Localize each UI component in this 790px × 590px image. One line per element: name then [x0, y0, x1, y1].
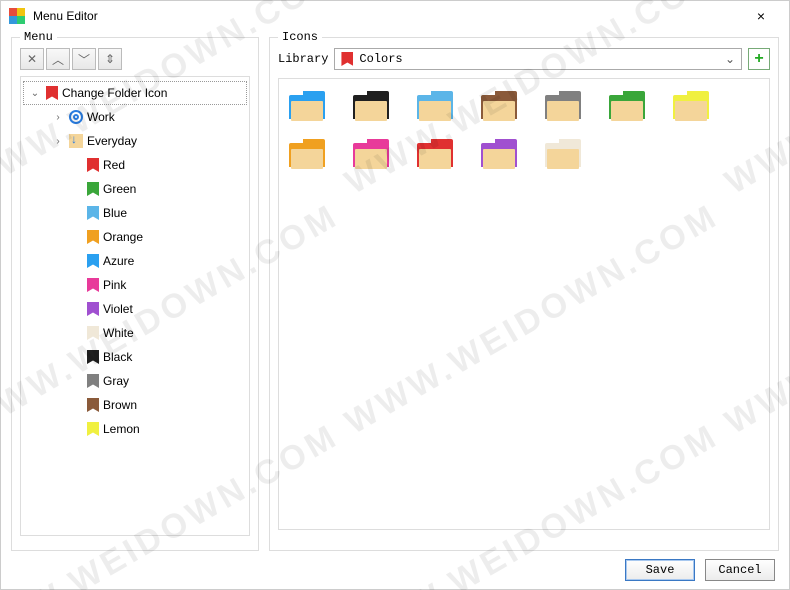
menu-panel: Menu ✕ ︿ ﹀ ⇕ ⌄ Change Folder Icon ›Work›… [11, 37, 259, 551]
folder-icon-black[interactable] [353, 91, 389, 121]
tree-item-black[interactable]: ›Black [21, 345, 249, 369]
tree-item-green[interactable]: ›Green [21, 177, 249, 201]
move-down-button[interactable]: ﹀ [72, 48, 96, 70]
chevron-right-icon[interactable]: › [51, 134, 65, 148]
tree-item-label: Everyday [87, 134, 137, 148]
bookmark-icon [87, 254, 99, 268]
tree-item-red[interactable]: ›Red [21, 153, 249, 177]
add-library-button[interactable]: + [748, 48, 770, 70]
folder-icon-green[interactable] [609, 91, 645, 121]
tree-item-everyday[interactable]: › Everyday [21, 129, 249, 153]
tree-item-label: Blue [103, 206, 127, 220]
bookmark-icon [87, 278, 99, 292]
folder-icon-red[interactable] [417, 139, 453, 169]
tree-root-label: Change Folder Icon [62, 86, 167, 100]
tree-item-label: Red [103, 158, 125, 172]
tree-item-label: Gray [103, 374, 129, 388]
tree-item-label: Pink [103, 278, 126, 292]
delete-button[interactable]: ✕ [20, 48, 44, 70]
tree-item-label: Black [103, 350, 132, 364]
tree-item-label: Orange [103, 230, 143, 244]
app-icon [9, 8, 25, 24]
library-value: Colors [359, 52, 402, 66]
bookmark-icon [87, 206, 99, 220]
gear-icon [69, 110, 83, 124]
icons-panel-label: Icons [278, 30, 322, 44]
folder-icon-azure[interactable] [289, 91, 325, 121]
tree-item-lemon[interactable]: ›Lemon [21, 417, 249, 441]
save-button[interactable]: Save [625, 559, 695, 581]
tree-item-pink[interactable]: ›Pink [21, 273, 249, 297]
menu-tree[interactable]: ⌄ Change Folder Icon ›Work›Everyday›Red›… [20, 76, 250, 536]
folder-icon-brown[interactable] [481, 91, 517, 121]
folder-icon-gray[interactable] [545, 91, 581, 121]
folder-icon-violet[interactable] [481, 139, 517, 169]
icons-panel: Icons Library Colors + [269, 37, 779, 551]
library-label: Library [278, 52, 328, 66]
menu-panel-label: Menu [20, 30, 57, 44]
tree-item-brown[interactable]: ›Brown [21, 393, 249, 417]
footer: Save Cancel [1, 551, 789, 589]
tree-item-label: Lemon [103, 422, 140, 436]
tree-item-white[interactable]: ›White [21, 321, 249, 345]
expand-button[interactable]: ⇕ [98, 48, 122, 70]
bookmark-icon [87, 350, 99, 364]
tree-item-label: Azure [103, 254, 134, 268]
icons-grid [278, 78, 770, 530]
library-select[interactable]: Colors [334, 48, 742, 70]
bookmark-icon [87, 158, 99, 172]
tree-item-gray[interactable]: ›Gray [21, 369, 249, 393]
bookmark-icon [87, 398, 99, 412]
tree-item-blue[interactable]: ›Blue [21, 201, 249, 225]
tree-item-work[interactable]: › Work [21, 105, 249, 129]
move-up-button[interactable]: ︿ [46, 48, 70, 70]
tree-item-label: Green [103, 182, 136, 196]
window-title: Menu Editor [33, 9, 741, 23]
bookmark-icon [341, 52, 353, 66]
cancel-button[interactable]: Cancel [705, 559, 775, 581]
tree-item-label: Work [87, 110, 115, 124]
menu-toolbar: ✕ ︿ ﹀ ⇕ [20, 48, 250, 70]
titlebar: Menu Editor × [1, 1, 789, 31]
tree-item-label: Violet [103, 302, 133, 316]
folder-icon-pink[interactable] [353, 139, 389, 169]
tree-item-orange[interactable]: ›Orange [21, 225, 249, 249]
folder-icon-lemon[interactable] [673, 91, 709, 121]
tree-item-label: Brown [103, 398, 137, 412]
chevron-down-icon[interactable]: ⌄ [28, 86, 42, 100]
folder-icon-orange[interactable] [289, 139, 325, 169]
download-icon [69, 134, 83, 148]
bookmark-icon [87, 182, 99, 196]
tree-root[interactable]: ⌄ Change Folder Icon [23, 81, 247, 105]
bookmark-icon [46, 86, 58, 100]
folder-icon-blue[interactable] [417, 91, 453, 121]
tree-item-violet[interactable]: ›Violet [21, 297, 249, 321]
bookmark-icon [87, 326, 99, 340]
bookmark-icon [87, 302, 99, 316]
bookmark-icon [87, 374, 99, 388]
tree-item-azure[interactable]: ›Azure [21, 249, 249, 273]
bookmark-icon [87, 230, 99, 244]
tree-item-label: White [103, 326, 134, 340]
bookmark-icon [87, 422, 99, 436]
close-button[interactable]: × [741, 2, 781, 30]
chevron-right-icon[interactable]: › [51, 110, 65, 124]
folder-icon-white[interactable] [545, 139, 581, 169]
